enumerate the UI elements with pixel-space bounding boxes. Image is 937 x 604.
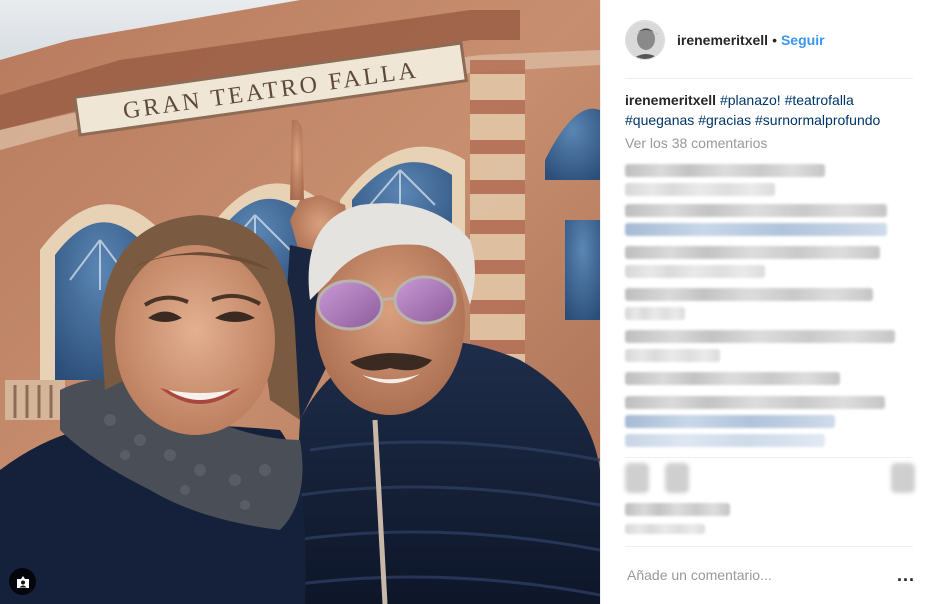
post-photo[interactable]: GRAN TEATRO FALLA [0, 0, 600, 604]
avatar-image [626, 21, 664, 59]
blurred-comment [625, 396, 885, 453]
blurred-comment [625, 288, 873, 326]
comment-bar: ... [625, 556, 915, 594]
user-tag-icon [16, 575, 29, 588]
blurred-comment [625, 204, 887, 242]
caption-username[interactable]: irenemeritxell [625, 92, 716, 108]
header-username[interactable]: irenemeritxell [677, 32, 768, 48]
blurred-comment [625, 164, 825, 202]
blurred-comment [625, 330, 895, 368]
likes-count-blurred [625, 503, 730, 522]
post-actions-blurred [625, 463, 915, 497]
comments-divider [625, 457, 913, 458]
hashtag-link[interactable]: #surnormalprofundo [755, 112, 880, 128]
user-tag-button[interactable] [9, 568, 36, 595]
comment-input[interactable] [625, 567, 865, 583]
hashtag-link[interactable]: #teatrofalla [785, 92, 854, 108]
comment-box-divider [625, 546, 913, 547]
hashtag-link[interactable]: #queganas [625, 112, 694, 128]
post-header: irenemeritxell • Seguir [625, 18, 913, 62]
follow-button[interactable]: Seguir [781, 32, 825, 48]
hashtag-link[interactable]: #gracias [698, 112, 751, 128]
more-options-icon: ... [896, 565, 915, 585]
blurred-comment [625, 372, 840, 391]
separator-dot: • [772, 32, 777, 48]
post-side-panel: irenemeritxell • Seguir irenemeritxell #… [600, 0, 937, 604]
view-all-comments-link[interactable]: Ver los 38 comentarios [625, 133, 767, 153]
photo-scene: GRAN TEATRO FALLA [0, 0, 600, 604]
post-date-blurred [625, 524, 705, 540]
hashtag-link[interactable]: #planazo! [720, 92, 781, 108]
more-options-button[interactable]: ... [897, 566, 915, 584]
post-caption: irenemeritxell #planazo! #teatrofalla #q… [625, 90, 915, 130]
header-divider [625, 78, 913, 79]
blurred-comment [625, 246, 880, 284]
avatar[interactable] [625, 20, 665, 60]
